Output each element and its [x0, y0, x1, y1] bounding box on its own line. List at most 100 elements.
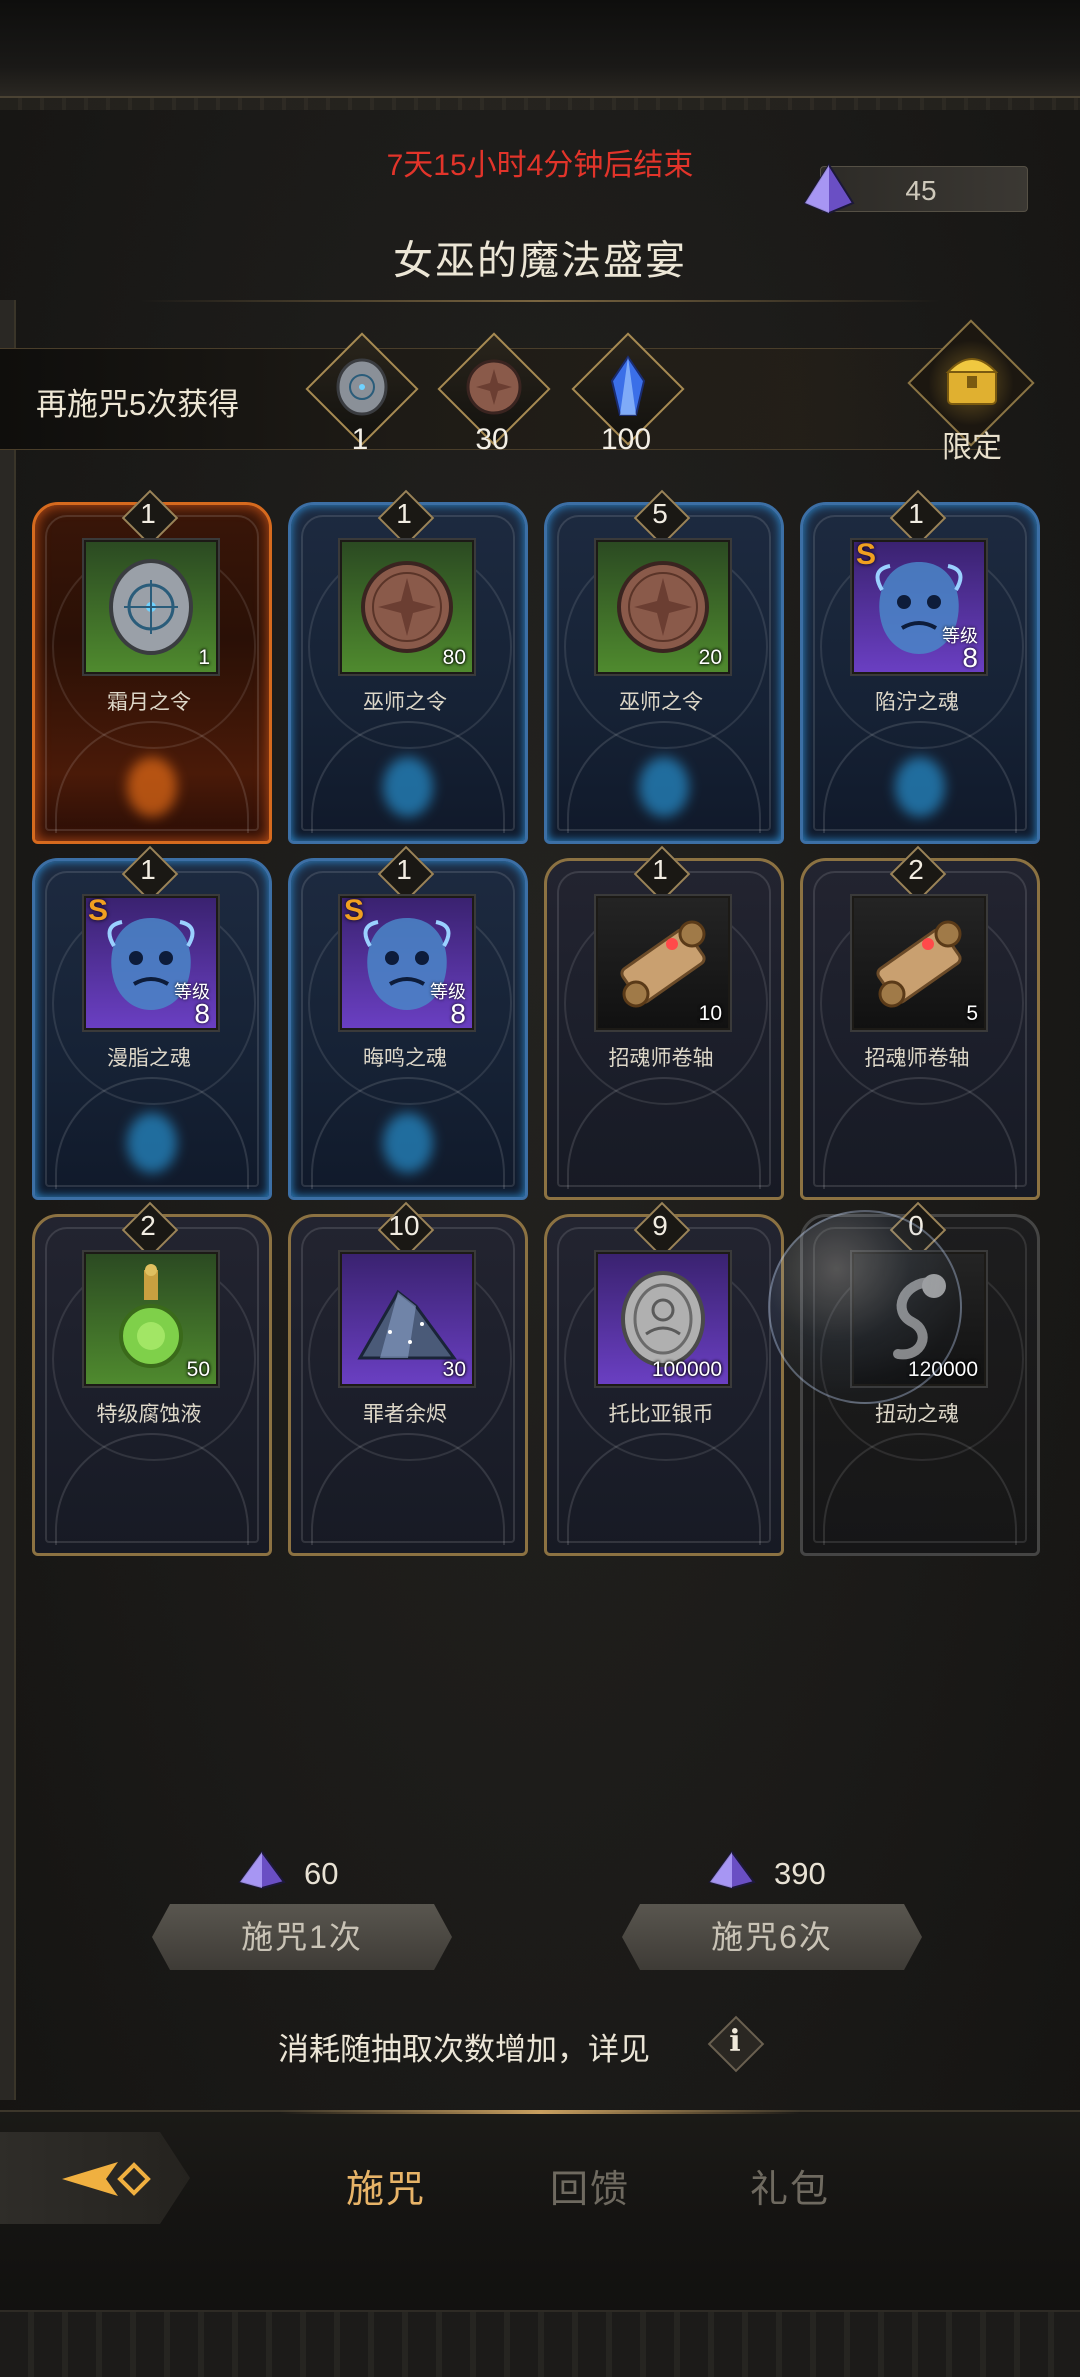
item-icon-box[interactable]: 5	[852, 896, 986, 1030]
item-name: 托比亚银币	[608, 1403, 714, 1426]
remaining-count-badge: 1	[120, 844, 179, 903]
item-icon-box[interactable]: 80	[340, 540, 474, 674]
item-quantity: 5	[966, 1002, 978, 1025]
bonus-count: 30	[475, 423, 509, 456]
item-quantity: 50	[186, 1358, 210, 1381]
bonus-item[interactable]: 30	[432, 332, 552, 461]
item-icon-box[interactable]: 30	[340, 1252, 474, 1386]
spell-six-cost-value: 390	[774, 1856, 826, 1891]
remaining-count-badge: 1	[632, 844, 691, 903]
remaining-count-badge: 1	[376, 844, 435, 903]
top-ornament-border	[0, 0, 1080, 110]
remaining-count-badge: 1	[376, 488, 435, 547]
grade-badge: S	[856, 538, 877, 571]
item-name: 巫师之令	[619, 691, 703, 714]
item-quantity: 100000	[651, 1358, 722, 1381]
currency-display[interactable]: 45	[803, 163, 1028, 215]
remaining-count-badge: 2	[120, 1200, 179, 1259]
remaining-count: 9	[652, 1210, 668, 1241]
remaining-count: 1	[652, 854, 668, 885]
grade-badge: S	[344, 894, 365, 927]
level-value: 8	[450, 998, 466, 1029]
item-quantity: 10	[698, 1002, 722, 1025]
scroll-icon	[876, 920, 962, 1008]
spell-once-cost: 60	[238, 1850, 438, 1900]
item-name: 扭动之魂	[875, 1403, 959, 1426]
medallion-icon	[109, 559, 193, 655]
remaining-count: 10	[388, 1210, 420, 1241]
remaining-count: 2	[908, 854, 924, 885]
item-name: 巫师之令	[363, 691, 447, 714]
item-icon-box[interactable]: 1	[84, 540, 218, 674]
bottom-nav-divider	[280, 2110, 800, 2114]
remaining-count-badge: 1	[888, 488, 947, 547]
item-icon-box[interactable]: 10	[596, 896, 730, 1030]
title-divider	[140, 300, 940, 302]
bonus-item[interactable]: 100	[566, 332, 686, 461]
grade-badge: S	[88, 894, 109, 927]
bonus-item[interactable]: 1	[300, 332, 420, 461]
limited-label: 限定	[942, 431, 1002, 464]
item-quantity: 20	[698, 646, 722, 669]
reward-item-card[interactable]: 5 20 巫师之令	[540, 489, 784, 844]
treasure-chest-icon	[945, 358, 999, 405]
item-name: 陷泞之魂	[875, 691, 959, 714]
tab-gift-pack[interactable]: 礼包	[750, 2158, 830, 2213]
remaining-count: 1	[908, 498, 924, 529]
remaining-count: 1	[396, 498, 412, 529]
remaining-count-badge: 2	[888, 844, 947, 903]
tab-feedback[interactable]: 回馈	[550, 2158, 630, 2213]
bonus-count: 1	[351, 423, 369, 456]
claimed-bubble-overlay	[768, 1210, 962, 1404]
reward-item-card[interactable]: 1 S 等级 8 漫脂之魂	[28, 845, 272, 1200]
left-edge-handle[interactable]	[0, 300, 16, 2100]
remaining-count-badge: 10	[376, 1200, 435, 1259]
purple-crystal-icon	[708, 1850, 756, 1890]
item-name: 晦鸣之魂	[363, 1047, 447, 1070]
reward-item-card[interactable]: 1 S 等级 8 晦鸣之魂	[284, 845, 528, 1200]
reward-item-card[interactable]: 2 50 特级腐蚀液	[28, 1201, 272, 1556]
remaining-count: 5	[652, 498, 668, 529]
blue-crystal-icon	[610, 355, 646, 416]
remaining-count: 1	[140, 498, 156, 529]
reward-item-card[interactable]: 0120000扭动之魂	[768, 1201, 1040, 1556]
item-name: 招魂师卷轴	[864, 1047, 970, 1070]
item-icon-box[interactable]: S 等级 8	[84, 894, 218, 1030]
remaining-count-badge: 1	[120, 488, 179, 547]
limited-reward-button[interactable]: 限定	[907, 319, 1038, 466]
item-icon-box[interactable]: 50	[84, 1252, 218, 1386]
spell-six-button[interactable]: 施咒6次	[622, 1904, 922, 1970]
bonus-reward-bar: 再施咒5次获得 1 30 100	[0, 332, 1000, 456]
item-icon-box[interactable]: 100000	[596, 1252, 730, 1386]
reward-item-card[interactable]: 9 100000 托比亚银币	[540, 1201, 784, 1556]
reward-item-card[interactable]: 1 80 巫师之令	[284, 489, 528, 844]
spell-once-button[interactable]: 施咒1次	[152, 1904, 452, 1970]
silver-medallion-icon	[336, 358, 388, 416]
item-name: 漫脂之魂	[107, 1047, 191, 1070]
back-button[interactable]	[0, 2132, 190, 2224]
info-button[interactable]: i	[707, 2015, 765, 2073]
remaining-count-badge: 5	[632, 488, 691, 547]
item-icon-box[interactable]: S 等级 8	[852, 538, 986, 674]
reward-item-card[interactable]: 1 10 招魂师卷轴	[540, 845, 784, 1200]
item-quantity: 80	[442, 646, 466, 669]
item-name: 霜月之令	[107, 691, 191, 714]
item-icon-box[interactable]: 20	[596, 540, 730, 674]
reward-item-card[interactable]: 10 30 罪者余烬	[284, 1201, 528, 1556]
tab-spell[interactable]: 施咒	[346, 2158, 426, 2213]
bonus-count: 100	[600, 423, 652, 456]
item-name: 特级腐蚀液	[96, 1403, 202, 1426]
item-name: 招魂师卷轴	[608, 1047, 714, 1070]
item-icon-box[interactable]: S 等级 8	[340, 894, 474, 1030]
remaining-count: 1	[140, 854, 156, 885]
level-value: 8	[194, 998, 210, 1029]
reward-item-card[interactable]: 2 5 招魂师卷轴	[796, 845, 1040, 1200]
remaining-count-badge: 9	[632, 1200, 691, 1259]
info-icon: i	[729, 2024, 741, 2059]
reward-item-card[interactable]: 1 S 等级 8 陷泞之魂	[796, 489, 1040, 844]
bronze-coin-icon	[466, 359, 522, 415]
level-value: 8	[962, 642, 978, 673]
bonus-label: 再施咒5次获得	[36, 387, 240, 422]
currency-value: 45	[905, 175, 937, 206]
reward-item-card[interactable]: 1 1 霜月之令	[28, 489, 272, 844]
